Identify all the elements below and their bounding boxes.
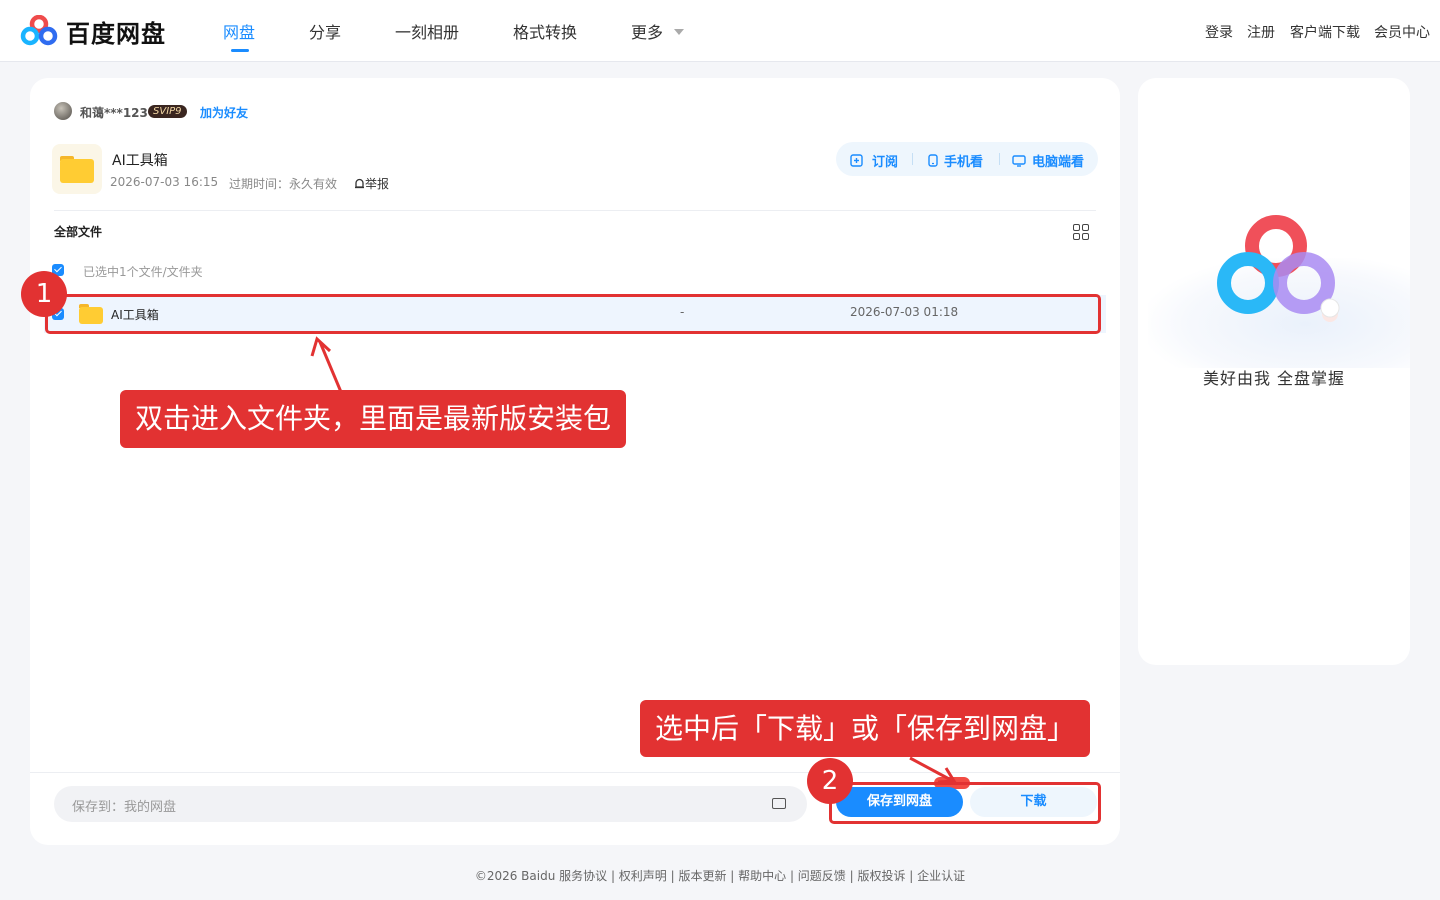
step-1-badge: 1 <box>21 271 67 317</box>
report-icon <box>355 178 364 189</box>
action-divider <box>999 153 1000 165</box>
promo-side-card: 美好由我 全盘掌握 <box>1138 78 1410 665</box>
action-divider <box>912 153 913 165</box>
action-buttons-highlight <box>829 782 1101 824</box>
nav-netdisk[interactable]: 网盘 <box>223 19 255 43</box>
mobile-view-button[interactable]: 手机看 <box>928 151 983 170</box>
logo-text: 百度网盘 <box>66 19 166 48</box>
cloud-logo-icon <box>20 15 58 46</box>
grid-view-icon[interactable] <box>1073 224 1089 240</box>
step-2-badge: 2 <box>807 758 853 804</box>
chevron-down-icon[interactable] <box>674 29 684 35</box>
report-label: 举报 <box>365 177 390 191</box>
page-footer[interactable]: ©2026 Baidu 服务协议 | 权利声明 | 版本更新 | 帮助中心 | … <box>0 867 1440 884</box>
nav-photo-album[interactable]: 一刻相册 <box>395 19 459 43</box>
pc-view-button[interactable]: 电脑端看 <box>1012 151 1084 170</box>
file-row-highlight <box>45 294 1101 334</box>
subscribe-label: 订阅 <box>872 155 899 170</box>
share-title: AI工具箱 <box>112 153 168 169</box>
monitor-icon <box>1012 154 1026 167</box>
register-link[interactable]: 注册 <box>1247 22 1275 42</box>
nav-active-indicator <box>231 49 249 52</box>
report-button[interactable]: 举报 <box>354 175 389 192</box>
mobile-view-label: 手机看 <box>944 155 984 170</box>
share-created-time: 2026-07-03 16:15 <box>110 175 219 189</box>
share-action-group: 订阅 手机看 电脑端看 <box>836 142 1098 176</box>
avatar[interactable] <box>54 102 72 120</box>
share-expire-time: 过期时间：永久有效 <box>229 177 338 191</box>
callout-double-click: 双击进入文件夹，里面是最新版安装包 <box>120 390 627 448</box>
header-divider <box>54 210 1096 211</box>
subscribe-icon <box>850 154 863 167</box>
nav-share[interactable]: 分享 <box>309 19 341 43</box>
vip-badge: SVIP9 <box>148 105 187 118</box>
save-path-text: 保存到：我的网盘 <box>72 800 177 815</box>
login-link[interactable]: 登录 <box>1205 22 1233 42</box>
sharer-username[interactable]: 和蔼***123 <box>80 104 148 121</box>
pc-view-label: 电脑端看 <box>1032 155 1085 170</box>
folder-icon <box>52 144 102 194</box>
add-friend-link[interactable]: 加为好友 <box>200 104 248 121</box>
top-navbar: 百度网盘 网盘 分享 一刻相册 格式转换 更多 登录 注册 客户端下载 会员中心 <box>0 0 1440 62</box>
nav-format-convert[interactable]: 格式转换 <box>513 19 577 43</box>
callout-download-or-save: 选中后「下载」或「保存到网盘」 <box>640 700 1091 757</box>
selected-count-text: 已选中1个文件/文件夹 <box>83 265 203 279</box>
all-files-breadcrumb[interactable]: 全部文件 <box>54 223 102 240</box>
client-download-link[interactable]: 客户端下载 <box>1290 22 1360 42</box>
subscribe-button[interactable]: 订阅 <box>850 151 898 170</box>
promo-slogan: 美好由我 全盘掌握 <box>1202 369 1346 388</box>
folder-icon[interactable] <box>772 798 786 809</box>
netdisk-3d-logo-icon <box>1217 215 1340 322</box>
phone-icon <box>928 154 938 167</box>
save-path-selector[interactable]: 保存到：我的网盘 <box>54 786 807 822</box>
member-center-link[interactable]: 会员中心 <box>1374 22 1430 42</box>
nav-more[interactable]: 更多 <box>631 19 663 43</box>
baidu-netdisk-logo[interactable]: 百度网盘 <box>20 14 166 48</box>
